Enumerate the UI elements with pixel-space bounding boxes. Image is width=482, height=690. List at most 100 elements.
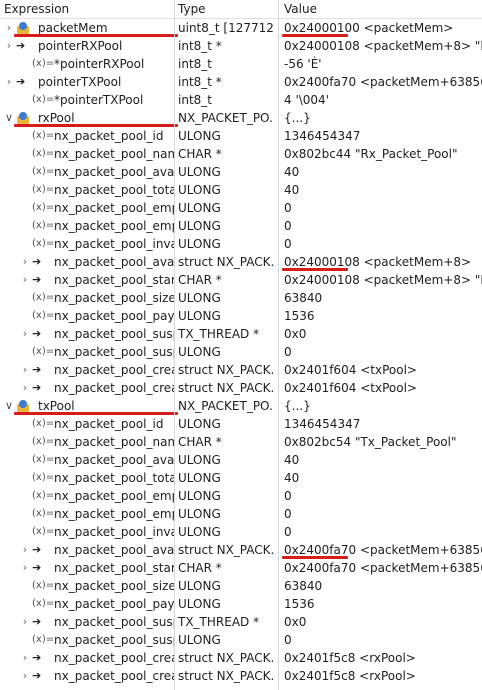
expression-value: 4 '\004' xyxy=(284,93,329,107)
variable-xequals-icon: (x)= xyxy=(32,220,55,231)
chevron-right-icon[interactable]: › xyxy=(20,613,30,631)
column-header-expression[interactable]: Expression xyxy=(0,0,176,18)
variable-xequals-icon: (x)= xyxy=(32,94,55,105)
expression-value: 0 xyxy=(284,633,292,647)
chevron-down-icon[interactable]: ∨ xyxy=(4,397,14,415)
tree-row[interactable]: (x)= nx_packet_pool_id ULONG 1346454347 xyxy=(0,415,482,433)
expression-type: uint8_t [127712] xyxy=(178,21,274,35)
chevron-right-icon[interactable]: › xyxy=(20,559,30,577)
expression-value: 0x2401f604 <txPool> xyxy=(284,363,417,377)
tree-row[interactable]: (x)=nx_packet_pool_empty_requests ULONG 0 xyxy=(0,487,482,505)
tree-row[interactable]: ›➔ nx_packet_pool_created_next struct NX_P… xyxy=(0,649,482,667)
tree-row[interactable]: (x)= nx_packet_pool_size ULONG 63840 xyxy=(0,289,482,307)
tree-row[interactable]: (x)=nx_packet_pool_payload_size ULONG 1536 xyxy=(0,307,482,325)
tree-row[interactable]: ›➔ nx_packet_pool_available_list struct NX… xyxy=(0,541,482,559)
tree-row[interactable]: ›➔ nx_packet_pool_available_list struct NX… xyxy=(0,253,482,271)
chevron-right-icon[interactable]: › xyxy=(20,253,30,271)
tree-row[interactable]: (x)=nx_packet_pool_empty_suspensions ULON… xyxy=(0,505,482,523)
expression-type: ULONG xyxy=(178,579,221,593)
tree-row[interactable]: › ➔ pointerTXPool int8_t * 0x2400fa70 <packe… xyxy=(0,73,482,91)
variable-xequals-icon: (x)= xyxy=(32,148,55,159)
tree-row[interactable]: › ➔ nx_packet_pool_start CHAR * 0x24000108 <… xyxy=(0,271,482,289)
expression-name: nx_packet_pool_created_next xyxy=(54,363,174,377)
chevron-right-icon[interactable]: › xyxy=(4,73,14,91)
tree-row[interactable]: ›➔ nx_packet_pool_created_previous struct … xyxy=(0,379,482,397)
tree-row[interactable]: (x)= nx_packet_pool_size ULONG 63840 xyxy=(0,577,482,595)
expression-value: 1346454347 xyxy=(284,417,361,431)
tree-row[interactable]: (x)= nx_packet_pool_name CHAR * 0x802bc44 "… xyxy=(0,145,482,163)
expression-type: ULONG xyxy=(178,201,221,215)
pointer-arrow-icon: ➔ xyxy=(32,381,42,394)
expression-value: 40 xyxy=(284,183,300,197)
expression-type: struct NX_PACK... xyxy=(178,651,274,665)
tree-row[interactable]: (x)=nx_packet_pool_payload_size ULONG 1536 xyxy=(0,595,482,613)
expression-value: 40 xyxy=(284,471,300,485)
tree-row[interactable]: ›➔ nx_packet_pool_created_next struct NX_P… xyxy=(0,361,482,379)
expression-name: nx_packet_pool_empty_requests xyxy=(54,489,174,503)
chevron-right-icon[interactable]: › xyxy=(20,325,30,343)
expression-type: ULONG xyxy=(178,291,221,305)
expression-type: TX_THREAD * xyxy=(178,327,260,341)
expression-name: nx_packet_pool_available_list xyxy=(54,255,174,269)
tree-row[interactable]: (x)= *pointerRXPool int8_t -56 'È' xyxy=(0,55,482,73)
column-divider-type[interactable] xyxy=(174,0,175,690)
expression-type: int8_t xyxy=(178,93,212,107)
tree-row[interactable]: › ➔ nx_packet_pool_start CHAR * 0x2400fa70 <… xyxy=(0,559,482,577)
tree-row[interactable]: › packetMem uint8_t [127712] 0x24000100 <pa… xyxy=(0,19,482,37)
expression-value: 1346454347 xyxy=(284,129,361,143)
chevron-right-icon[interactable]: › xyxy=(20,271,30,289)
tree-row[interactable]: (x)=nx_packet_pool_suspended_count ULONG 0 xyxy=(0,343,482,361)
expression-name: nx_packet_pool_id xyxy=(54,129,164,143)
chevron-right-icon[interactable]: › xyxy=(20,361,30,379)
tree-row[interactable]: (x)=nx_packet_pool_invalid_releases ULONG… xyxy=(0,235,482,253)
tree-row[interactable]: (x)=nx_packet_pool_suspended_count ULONG 0 xyxy=(0,631,482,649)
tree-row[interactable]: ∨ txPool NX_PACKET_PO... {...} xyxy=(0,397,482,415)
chevron-down-icon[interactable]: ∨ xyxy=(4,109,14,127)
tree-row[interactable]: (x)=nx_packet_pool_available ULONG 40 xyxy=(0,163,482,181)
tree-row[interactable]: › ➔ pointerRXPool int8_t * 0x24000108 <packe… xyxy=(0,37,482,55)
variable-xequals-icon: (x)= xyxy=(32,202,55,213)
chevron-right-icon[interactable]: › xyxy=(20,649,30,667)
column-header-type[interactable]: Type xyxy=(178,0,274,18)
variable-xequals-icon: (x)= xyxy=(32,598,55,609)
tree-row[interactable]: (x)= nx_packet_pool_id ULONG 1346454347 xyxy=(0,127,482,145)
expression-value: 0x2400fa70 <packetMem+63856> "... xyxy=(284,75,482,89)
expression-name: nx_packet_pool_available xyxy=(54,453,174,467)
tree-row[interactable]: (x)=nx_packet_pool_empty_requests ULONG 0 xyxy=(0,199,482,217)
tree-row[interactable]: ›➔ nx_packet_pool_suspension_list TX_THREA… xyxy=(0,613,482,631)
expressions-tree: › packetMem uint8_t [127712] 0x24000100 <pa… xyxy=(0,19,482,685)
expression-type: NX_PACKET_PO... xyxy=(178,399,274,413)
variable-xequals-icon: (x)= xyxy=(32,634,55,645)
expression-value: 0x2401f5c8 <rxPool> xyxy=(284,669,416,683)
tree-row[interactable]: (x)=nx_packet_pool_available ULONG 40 xyxy=(0,451,482,469)
column-divider-value[interactable] xyxy=(278,0,279,690)
chevron-right-icon[interactable]: › xyxy=(20,379,30,397)
expression-name: nx_packet_pool_name xyxy=(54,435,174,449)
expression-type: int8_t * xyxy=(178,39,222,53)
expression-name: nx_packet_pool_payload_size xyxy=(54,309,174,323)
expression-value: 0x24000108 <packetMem+8> "Èõ\0... xyxy=(284,39,482,53)
tree-row[interactable]: ›➔ nx_packet_pool_created_previous struct … xyxy=(0,667,482,685)
column-header-value[interactable]: Value xyxy=(284,0,482,18)
pointer-arrow-icon: ➔ xyxy=(16,39,26,52)
tree-row[interactable]: (x)= nx_packet_pool_name CHAR * 0x802bc54 "… xyxy=(0,433,482,451)
variable-xequals-icon: (x)= xyxy=(32,436,55,447)
tree-row[interactable]: ∨ rxPool NX_PACKET_PO... {...} xyxy=(0,109,482,127)
expression-type: struct NX_PACK... xyxy=(178,381,274,395)
expression-name: nx_packet_pool_empty_suspensions xyxy=(54,219,174,233)
chevron-right-icon[interactable]: › xyxy=(20,541,30,559)
struct-icon xyxy=(16,399,30,413)
tree-row[interactable]: (x)=nx_packet_pool_invalid_releases ULONG… xyxy=(0,523,482,541)
tree-row[interactable]: (x)= *pointerTXPool int8_t 4 '\004' xyxy=(0,91,482,109)
tree-row[interactable]: ›➔ nx_packet_pool_suspension_list TX_THREA… xyxy=(0,325,482,343)
expression-value: 1536 xyxy=(284,597,315,611)
chevron-right-icon[interactable]: › xyxy=(4,19,14,37)
expression-type: int8_t * xyxy=(178,75,222,89)
expression-name: nx_packet_pool_invalid_releases xyxy=(54,525,174,539)
tree-row[interactable]: (x)= nx_packet_pool_total ULONG 40 xyxy=(0,469,482,487)
variable-xequals-icon: (x)= xyxy=(32,292,55,303)
chevron-right-icon[interactable]: › xyxy=(4,37,14,55)
tree-row[interactable]: (x)= nx_packet_pool_total ULONG 40 xyxy=(0,181,482,199)
tree-row[interactable]: (x)=nx_packet_pool_empty_suspensions ULON… xyxy=(0,217,482,235)
chevron-right-icon[interactable]: › xyxy=(20,667,30,685)
